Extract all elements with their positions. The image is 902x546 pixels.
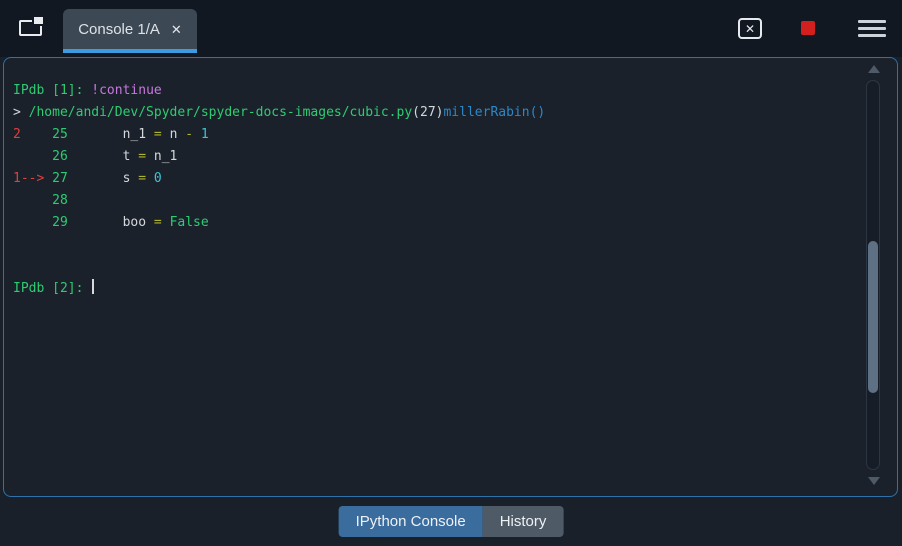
console-text-segment: 0: [153, 171, 162, 186]
console-text-segment: 1: [200, 127, 209, 142]
console-text-segment: [13, 193, 52, 208]
pane-tab-bar: IPython Console History: [338, 506, 564, 537]
console-text-segment: s: [122, 171, 139, 186]
console-text-segment: =: [153, 127, 170, 142]
close-box-icon[interactable]: ✕: [738, 18, 762, 39]
console-text-segment: [68, 171, 123, 186]
console-text-segment: n_1: [153, 149, 178, 164]
console-text-segment: (27): [412, 105, 444, 120]
console-text-segment: [68, 127, 123, 142]
console-tab-bar: Console 1/A ✕ ✕: [0, 0, 902, 57]
tab-history[interactable]: History: [482, 506, 564, 537]
console-text-segment: =: [153, 215, 170, 230]
console-text-segment: [68, 215, 123, 230]
console-text-segment: =: [138, 171, 154, 186]
console-text-segment: 1-->: [13, 171, 45, 186]
console-text-segment: !continue: [91, 83, 162, 98]
scrollbar-up-arrow-icon[interactable]: [868, 65, 880, 73]
console-text-segment: [68, 149, 123, 164]
console-text-segment: 26: [52, 149, 68, 164]
console-text-segment: 29: [52, 215, 68, 230]
console-text-segment: millerRabin(): [443, 105, 546, 120]
console-line: 28: [13, 190, 545, 212]
console-text-segment: =: [138, 149, 154, 164]
console-line: 29 boo = False: [13, 212, 545, 234]
console-text-segment: [13, 215, 52, 230]
console-line: > /home/andi/Dev/Spyder/spyder-docs-imag…: [13, 102, 545, 124]
console-line: 26 t = n_1: [13, 146, 545, 168]
console-text-segment: False: [169, 215, 209, 230]
console-line: IPdb [2]:: [13, 278, 545, 300]
console-text-segment: IPdb [1]:: [13, 83, 92, 98]
console-text-segment: n: [169, 127, 186, 142]
console-line: IPdb [1]: !continue: [13, 80, 545, 102]
console-text-segment: >: [13, 105, 29, 120]
scrollbar-down-arrow-icon[interactable]: [868, 477, 880, 485]
console-text-segment: [13, 149, 52, 164]
tab-ipython-console[interactable]: IPython Console: [338, 506, 483, 537]
console-text-segment: t: [122, 149, 139, 164]
console-text-segment: 25: [52, 127, 68, 142]
console-text-segment: 2: [13, 127, 21, 142]
console-text-segment: 28: [52, 193, 68, 208]
tab-ipython-console-label: IPython Console: [355, 513, 466, 530]
console-text-segment: n_1: [122, 127, 154, 142]
console-text-segment: IPdb [2]:: [13, 281, 92, 296]
console-text-segment: 27: [52, 171, 68, 186]
interrupt-kernel-icon[interactable]: [801, 21, 815, 35]
console-output[interactable]: IPdb [1]: !continue > /home/andi/Dev/Spyd…: [13, 80, 545, 300]
tab-history-label: History: [499, 513, 547, 530]
scrollbar-thumb[interactable]: [868, 241, 878, 393]
console-text-segment: /home/andi/Dev/Spyder/spyder-docs-images…: [28, 105, 413, 120]
text-cursor: [92, 279, 95, 294]
console-line: 1--> 27 s = 0: [13, 168, 545, 190]
console-text-segment: boo: [122, 215, 154, 230]
console-text-segment: [44, 171, 52, 186]
tab-console-1a[interactable]: Console 1/A ✕: [63, 9, 197, 53]
browse-tabs-icon[interactable]: [19, 16, 44, 36]
console-line: 2 25 n_1 = n - 1: [13, 124, 545, 146]
browse-tabs-icon-square: [34, 17, 43, 24]
console-text-segment: -: [185, 127, 201, 142]
hamburger-menu-icon[interactable]: [858, 20, 886, 37]
console-text-segment: [21, 127, 52, 142]
tab-close-icon[interactable]: ✕: [171, 23, 182, 36]
tab-label: Console 1/A: [78, 20, 160, 38]
